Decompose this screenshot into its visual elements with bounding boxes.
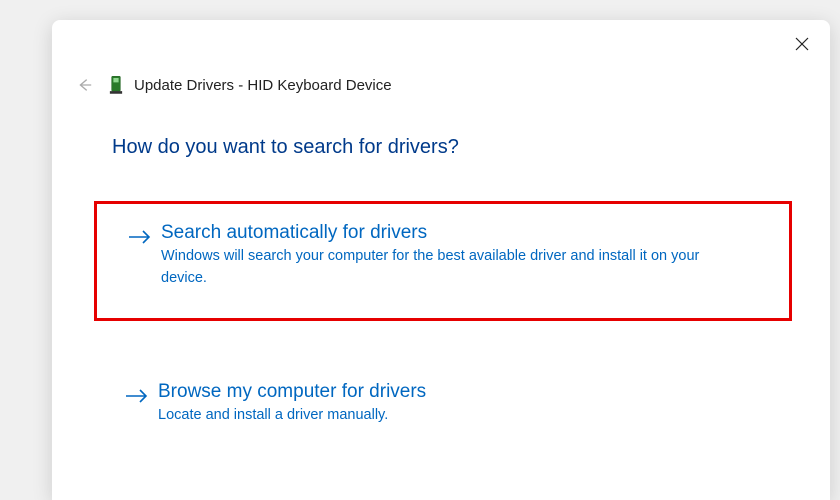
- device-icon: [108, 74, 124, 96]
- question-heading: How do you want to search for drivers?: [112, 136, 770, 159]
- close-button[interactable]: [792, 34, 812, 54]
- option-browse-computer[interactable]: Browse my computer for drivers Locate an…: [112, 363, 770, 455]
- option-text: Search automatically for drivers Windows…: [161, 222, 755, 290]
- option-title: Browse my computer for drivers: [158, 381, 758, 403]
- option-text: Browse my computer for drivers Locate an…: [158, 381, 758, 427]
- update-drivers-dialog: Update Drivers - HID Keyboard Device How…: [52, 20, 830, 500]
- dialog-content: How do you want to search for drivers? S…: [52, 96, 830, 454]
- option-description: Locate and install a driver manually.: [158, 405, 698, 427]
- option-title: Search automatically for drivers: [161, 222, 755, 244]
- close-icon: [795, 37, 809, 51]
- back-arrow-icon: [75, 76, 93, 94]
- option-search-automatically[interactable]: Search automatically for drivers Windows…: [94, 201, 792, 321]
- arrow-right-icon: [124, 386, 150, 406]
- dialog-title: Update Drivers - HID Keyboard Device: [134, 77, 392, 94]
- option-description: Windows will search your computer for th…: [161, 246, 701, 290]
- dialog-header: Update Drivers - HID Keyboard Device: [52, 20, 830, 96]
- arrow-right-icon: [127, 227, 153, 247]
- back-button[interactable]: [74, 75, 94, 95]
